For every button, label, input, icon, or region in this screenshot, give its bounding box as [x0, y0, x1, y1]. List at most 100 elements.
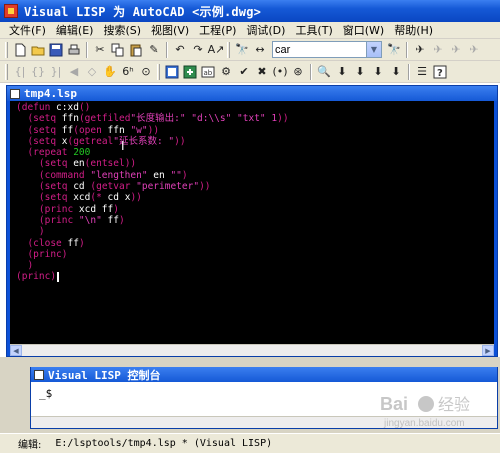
code-token: "lengthen": [90, 169, 148, 181]
apropos-icon[interactable]: ⬇: [370, 64, 386, 80]
code-token: xcd: [73, 192, 91, 204]
code-token: (repeat: [16, 147, 74, 159]
new-file-icon[interactable]: [12, 42, 28, 58]
continue-icon[interactable]: ◀: [66, 64, 82, 80]
cut-icon[interactable]: ✂: [92, 42, 108, 58]
code-token: )): [199, 181, 211, 193]
find-icon[interactable]: 🔭: [234, 42, 250, 58]
horizontal-scrollbar[interactable]: ◀ ▶: [10, 344, 494, 356]
code-token: xcd ff: [78, 203, 114, 215]
toggle-bookmark-icon[interactable]: ✈: [412, 42, 428, 58]
menu-debug[interactable]: 调试(D): [241, 22, 290, 38]
code-line[interactable]: (princ): [16, 271, 494, 282]
comment-block-icon[interactable]: (•): [272, 64, 288, 80]
watch-window-icon[interactable]: ⬇: [388, 64, 404, 80]
symbol-service-icon[interactable]: ⬇: [352, 64, 368, 80]
search-combo[interactable]: car ▼: [272, 41, 382, 58]
inspect-icon[interactable]: 🔍: [316, 64, 332, 80]
reset-icon[interactable]: ✋: [102, 64, 118, 80]
code-token: "长度输出:" "d:\\s" "txt" 1: [130, 113, 278, 125]
window-titlebar[interactable]: Visual LISP 为 AutoCAD <示例.dwg>: [0, 0, 500, 22]
clear-bookmarks-icon[interactable]: ✈: [466, 42, 482, 58]
menu-file[interactable]: 文件(F): [4, 22, 51, 38]
menu-view[interactable]: 视图(V): [146, 22, 194, 38]
save-icon[interactable]: [48, 42, 64, 58]
toggle-breakpoint-icon[interactable]: 6ʰ: [120, 64, 136, 80]
code-line[interactable]: (setq en(entsel)): [16, 158, 494, 169]
scroll-left-icon[interactable]: ◀: [10, 345, 22, 356]
undo-icon[interactable]: ↶: [172, 42, 188, 58]
step-out-icon[interactable]: }|: [48, 64, 64, 80]
code-token: (princ: [16, 214, 79, 226]
code-line[interactable]: (setq xcd(* cd x)): [16, 192, 494, 203]
menu-tools[interactable]: 工具(T): [290, 22, 337, 38]
redo-icon[interactable]: ↷: [190, 42, 206, 58]
code-line[interactable]: (command "lengthen" en ""): [16, 170, 494, 181]
toolbar-grip[interactable]: [227, 41, 230, 58]
code-token: ): [118, 214, 125, 226]
code-token: ffn: [107, 124, 131, 136]
paste-icon[interactable]: [128, 42, 144, 58]
toolbar-separator: [408, 63, 410, 80]
menu-window[interactable]: 窗口(W): [338, 22, 389, 38]
code-line[interactable]: ): [16, 260, 494, 271]
console-titlebar[interactable]: Visual LISP 控制台: [31, 367, 497, 382]
editor-titlebar[interactable]: tmp4.lsp: [7, 86, 497, 101]
code-line[interactable]: (princ "\n" ff): [16, 215, 494, 226]
trace-icon[interactable]: ⬇: [334, 64, 350, 80]
code-line[interactable]: (setq cd (getvar "perimeter")): [16, 181, 494, 192]
code-line[interactable]: ): [16, 226, 494, 237]
clear-icon[interactable]: ✎: [146, 42, 162, 58]
check-selection-icon[interactable]: ✖: [254, 64, 270, 80]
format-edit-window-icon[interactable]: ⚙: [218, 64, 234, 80]
code-line[interactable]: (princ xcd ff): [16, 204, 494, 215]
print-icon[interactable]: [66, 42, 82, 58]
toolbar-grip[interactable]: [157, 63, 160, 80]
code-token: ): [16, 226, 45, 238]
status-bar: 编辑: E:/lsptools/tmp4.lsp * (Visual LISP): [0, 433, 500, 453]
toolbar-grip[interactable]: [5, 41, 8, 58]
chevron-down-icon[interactable]: ▼: [366, 42, 381, 57]
menu-edit[interactable]: 编辑(E): [51, 22, 99, 38]
code-line[interactable]: (setq ff(open ffn "w")): [16, 125, 494, 136]
code-token: (setq: [16, 192, 74, 204]
search-input[interactable]: car: [273, 44, 290, 56]
code-editor-window: tmp4.lsp (defun c:xd() (setq ffn(getfile…: [6, 85, 498, 357]
code-line[interactable]: (setq ffn(getfiled"长度输出:" "d:\\s" "txt" …: [16, 113, 494, 124]
menu-help[interactable]: 帮助(H): [389, 22, 438, 38]
code-line[interactable]: (defun c:xd(): [16, 102, 494, 113]
add-watch-icon[interactable]: ⊙: [138, 64, 154, 80]
code-text-area[interactable]: (defun c:xd() (setq ffn(getfiled"长度输出:" …: [10, 101, 494, 344]
status-file-path: E:/lsptools/tmp4.lsp * (Visual LISP): [55, 438, 273, 449]
find-toolbar-icon[interactable]: 🔭: [386, 42, 402, 58]
last-break-source-icon[interactable]: ☰: [414, 64, 430, 80]
menu-project[interactable]: 工程(P): [194, 22, 241, 38]
quit-icon[interactable]: ◇: [84, 64, 100, 80]
code-line[interactable]: (setq x(getreal"延长系数: ")): [16, 136, 494, 147]
previous-bookmark-icon[interactable]: ✈: [448, 42, 464, 58]
check-text-icon[interactable]: ab: [200, 64, 216, 80]
activate-autocad-icon[interactable]: [164, 64, 180, 80]
console-prompt[interactable]: _$: [39, 387, 52, 400]
console-scrollbar[interactable]: [31, 416, 497, 428]
uncomment-block-icon[interactable]: ⊛: [290, 64, 306, 80]
debug-toolbar: {| {} }| ◀ ◇ ✋ 6ʰ ⊙ ab ⚙ ✔ ✖ (•) ⊛ 🔍 ⬇ ⬇…: [0, 61, 500, 83]
copy-icon[interactable]: [110, 42, 126, 58]
code-line[interactable]: (princ): [16, 249, 494, 260]
code-token: (princ): [16, 248, 68, 260]
scroll-right-icon[interactable]: ▶: [482, 345, 494, 356]
step-over-icon[interactable]: {}: [30, 64, 46, 80]
replace-icon[interactable]: ↔: [252, 42, 268, 58]
complete-word-icon[interactable]: A↗: [208, 42, 225, 58]
load-active-window-icon[interactable]: [182, 64, 198, 80]
menu-search[interactable]: 搜索(S): [98, 22, 146, 38]
step-into-icon[interactable]: {|: [12, 64, 28, 80]
code-line[interactable]: (close ff): [16, 238, 494, 249]
help-icon[interactable]: ?: [432, 64, 448, 80]
code-line[interactable]: (repeat 200: [16, 147, 494, 158]
open-folder-icon[interactable]: [30, 42, 46, 58]
toolbar-grip[interactable]: [5, 63, 8, 80]
next-bookmark-icon[interactable]: ✈: [430, 42, 446, 58]
format-selection-icon[interactable]: ✔: [236, 64, 252, 80]
code-token: )): [130, 192, 142, 204]
